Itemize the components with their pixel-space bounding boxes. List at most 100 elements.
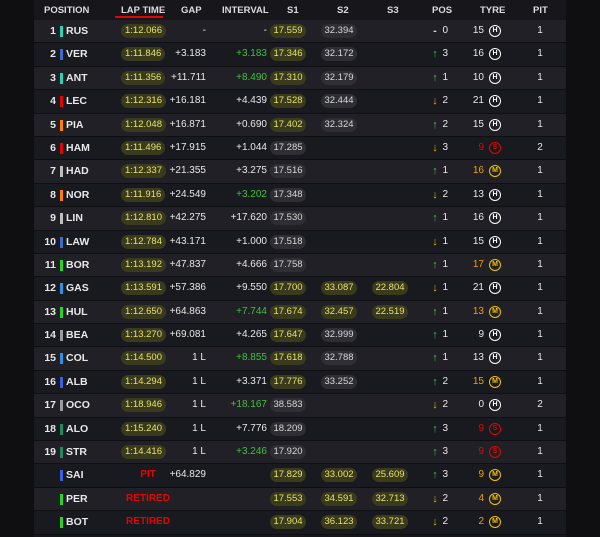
header-interval[interactable]: INTERVAL (222, 5, 269, 16)
interval-value: +3.275 (236, 165, 267, 177)
sector-s2-time: 33.002 (321, 468, 357, 483)
tyre-laps: 15 (472, 375, 484, 387)
header-s3[interactable]: S3 (387, 5, 399, 16)
position-change-arrow: ↑ (432, 258, 438, 271)
lap-time: 1:18.946 (121, 398, 166, 413)
table-row[interactable]: 6 HAM 1:11.496 +17.915 +1.044 17.285 ↓ 3 9 S 2 (34, 136, 566, 161)
position-number: 1 (50, 25, 56, 37)
sector-s2-time: 32.172 (321, 47, 357, 62)
position-number: 10 (44, 235, 56, 248)
driver-code: ANT (66, 71, 88, 84)
sector-s1-time: 17.285 (270, 140, 306, 155)
table-row[interactable]: 16 ALB 1:14.294 1 L +3.371 17.776 33.252 ↑ 2 15 M 1 (34, 370, 566, 395)
interval-value: - (263, 25, 267, 36)
table-row[interactable]: 17 OCO 1:18.946 1 L +18.167 38.583 ↓ 2 0 H 2 (34, 394, 566, 418)
tyre-laps: 15 (472, 118, 484, 130)
tyre-laps: 15 (472, 25, 484, 36)
table-row[interactable]: PER RETIRED 17.553 34.591 32.713 ↓ 2 4 M 1 (34, 487, 566, 512)
position-number: 19 (44, 446, 56, 459)
header-s2[interactable]: S2 (337, 5, 349, 16)
driver-code: COL (66, 352, 89, 365)
position-change-value: 2 (442, 188, 448, 200)
sector-s3-time: 32.713 (372, 491, 408, 506)
lap-time: 1:14.294 (121, 374, 166, 389)
position-change-arrow: ↑ (432, 118, 438, 131)
table-row[interactable]: 5 PIA 1:12.048 +16.871 +0.690 17.402 32.324 ↑ 2 1… (34, 113, 566, 137)
header-lap-time[interactable]: LAP TIME (121, 5, 165, 16)
table-row[interactable]: SAI PIT +64.829 17.829 33.002 25.609 ↑ 3 9 M 1 (34, 464, 566, 488)
pit-stops: 1 (537, 422, 543, 434)
interval-value: +9.550 (236, 282, 267, 294)
position-number: 3 (50, 71, 56, 84)
tyre-compound-icon: H (489, 235, 501, 248)
header-gap[interactable]: GAP (181, 5, 202, 16)
table-row[interactable]: BOT RETIRED 17.904 36.123 33.721 ↓ 2 2 M 1 (34, 511, 566, 535)
sector-s1-time: 17.310 (270, 70, 306, 85)
sector-s1-time: 17.920 (270, 445, 306, 460)
header-position[interactable]: POSITION (44, 5, 89, 16)
position-change-arrow: ↑ (432, 352, 438, 365)
tyre-laps: 10 (472, 71, 484, 83)
interval-value: +3.246 (236, 446, 267, 458)
pit-stops: 1 (537, 258, 543, 270)
position-change-arrow: ↓ (432, 399, 438, 412)
position-number: 16 (44, 375, 56, 388)
sector-s3-time: 25.609 (372, 468, 408, 483)
table-row[interactable]: 7 HAD 1:12.337 +21.355 +3.275 17.516 ↑ 1 16 M 1 (34, 160, 566, 184)
table-row[interactable]: 14 BEA 1:13.270 +69.081 +4.265 17.647 32.999 ↑ 1… (34, 324, 566, 348)
team-color-bar (60, 400, 63, 412)
pit-stops: 1 (537, 282, 543, 294)
sector-s1-time: 17.528 (270, 94, 306, 109)
gap-value: 1 L (192, 399, 206, 411)
sector-s3-time: 22.519 (372, 304, 408, 319)
table-row[interactable]: 11 BOR 1:13.192 +47.837 +4.666 17.758 ↑ 1 17 M 1 (34, 253, 566, 278)
tyre-laps: 16 (472, 165, 484, 177)
header-tyre[interactable]: TYRE (480, 5, 505, 16)
position-change-value: 2 (442, 375, 448, 387)
sector-s1-time: 17.402 (270, 117, 306, 132)
position-change-arrow: ↑ (432, 375, 438, 388)
position-change-arrow: ↑ (432, 469, 438, 482)
team-color-bar (60, 423, 63, 435)
table-row[interactable]: 10 LAW 1:12.784 +43.171 +1.000 17.518 ↓ 1 15 H 1 (34, 230, 566, 254)
position-change-arrow: - (433, 25, 437, 37)
table-row[interactable]: 19 STR 1:14.416 1 L +3.246 17.920 ↑ 3 9 S 1 (34, 441, 566, 465)
table-row[interactable]: 12 GAS 1:13.591 +57.386 +9.550 17.700 33.087 22… (34, 277, 566, 301)
header-pos[interactable]: POS (432, 5, 452, 16)
position-number: 14 (44, 329, 56, 342)
driver-code: BOT (66, 516, 89, 529)
interval-value (222, 488, 267, 510)
pit-stops: 1 (537, 118, 543, 130)
tyre-laps: 2 (478, 516, 484, 528)
header-pit[interactable]: PIT (533, 5, 548, 16)
driver-code: LEC (66, 95, 87, 108)
pit-stops: 1 (537, 305, 543, 317)
team-color-bar (60, 447, 63, 459)
table-row[interactable]: 3 ANT 1:11.356 +11.711 +8.490 17.310 32.179 ↑ 1 1… (34, 66, 566, 91)
interval-value: +18.167 (230, 399, 267, 411)
gap-value: +64.863 (169, 305, 206, 317)
position-number: 8 (50, 188, 56, 201)
header-s1[interactable]: S1 (287, 5, 299, 16)
table-row[interactable]: 13 HUL 1:12.650 +64.863 +7.744 17.674 32.457 22… (34, 300, 566, 325)
table-row[interactable]: 2 VER 1:11.846 +3.183 +3.183 17.346 32.172 ↑ 3 16… (34, 43, 566, 67)
lap-time: 1:11.916 (121, 187, 166, 202)
position-change-arrow: ↓ (432, 516, 438, 529)
position-change-value: 2 (442, 399, 448, 411)
gap-value: +21.355 (169, 165, 206, 177)
table-row[interactable]: 15 COL 1:14.500 1 L +8.855 17.618 32.788 ↑ 1 13 H 1 (34, 347, 566, 371)
lap-time: 1:13.591 (121, 281, 166, 296)
table-row[interactable]: 4 LEC 1:12.316 +16.181 +4.439 17.528 32.444 ↓ 2 2… (34, 90, 566, 114)
table-row[interactable]: 18 ALO 1:15.240 1 L +7.776 18.209 ↑ 3 9 S 1 (34, 417, 566, 442)
tyre-laps: 4 (478, 492, 484, 504)
team-color-bar (60, 470, 63, 482)
position-number: 18 (44, 422, 56, 435)
pit-stops: 2 (537, 399, 543, 411)
table-row[interactable]: 1 RUS 1:12.066- -17.559 32.394-0 15 H 1 (34, 20, 566, 44)
table-row[interactable]: 8 NOR 1:11.916 +24.549 +3.202 17.348 ↓ 2 13 H 1 (34, 183, 566, 208)
driver-code: LAW (66, 235, 90, 248)
table-row[interactable]: 9 LIN 1:12.810 +42.275 +17.620 17.530 ↑ 1 16 H 1 (34, 207, 566, 231)
team-color-bar (60, 517, 63, 529)
team-color-bar (60, 142, 63, 154)
sector-s2-time: 32.324 (321, 117, 357, 132)
